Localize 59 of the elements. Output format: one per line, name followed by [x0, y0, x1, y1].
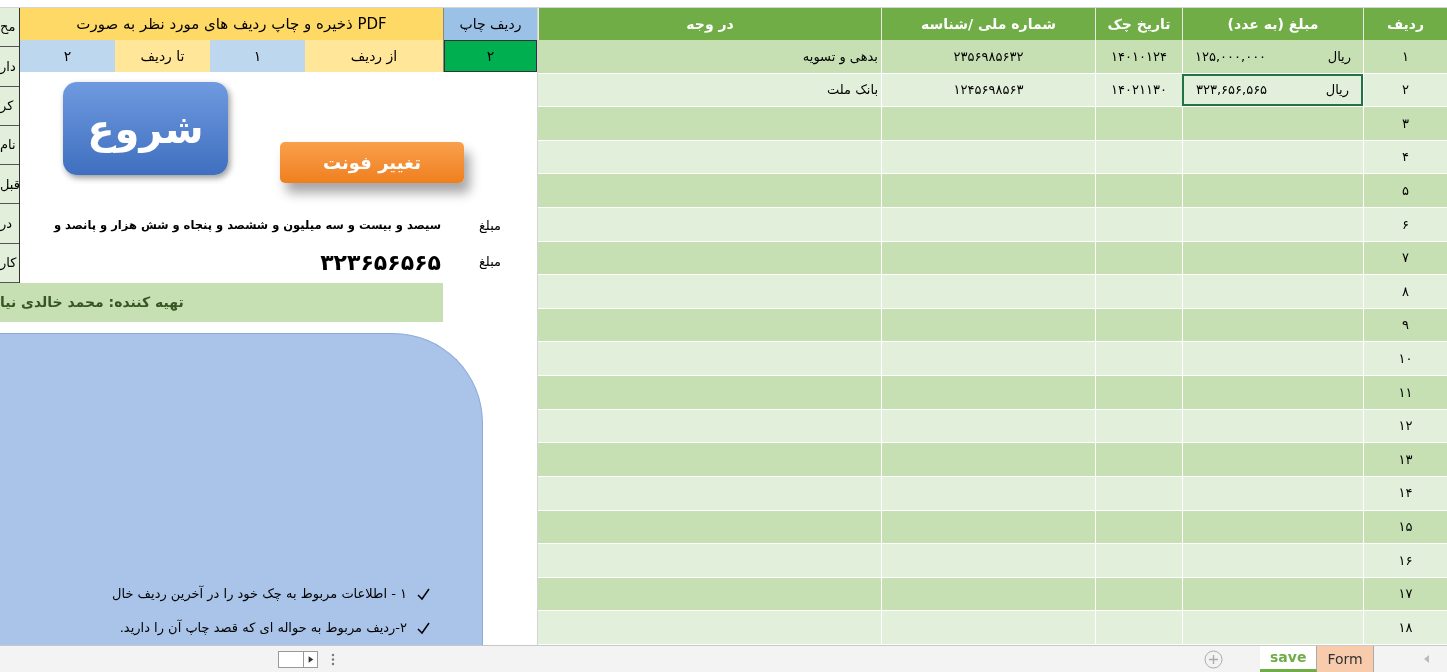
amount-label: مبلغ — [477, 253, 503, 272]
start-button[interactable]: شروع — [63, 82, 228, 175]
row-label: در — [0, 204, 19, 244]
table-cell: ۱۴۰۱۰۱۲۴ — [1095, 40, 1182, 73]
table-cell-text: بانک ملت — [826, 81, 879, 100]
scrollbar-thumb[interactable] — [278, 651, 318, 668]
table-cell: ۱۳ — [1363, 443, 1447, 476]
author-credit: تهیه کننده: محمد خالدی نیا — [0, 283, 443, 322]
table-cell: ۳ — [1363, 107, 1447, 140]
table-cell: ۱۶ — [1363, 544, 1447, 577]
add-sheet-icon[interactable] — [1204, 650, 1223, 669]
table-cell: ۲ — [20, 40, 115, 72]
table-cell: ۱۲ — [1363, 409, 1447, 443]
table-cell: ۱ — [1363, 40, 1447, 73]
table-cell: ۵ — [1363, 174, 1447, 208]
table-cell: ۱۸ — [1363, 611, 1447, 644]
table-cell: ۲ — [1363, 73, 1447, 107]
row-label: مح — [0, 8, 19, 48]
table-cell: ۸ — [1363, 275, 1447, 308]
table-cell: تا ردیف — [115, 40, 210, 72]
table-cell: از ردیف — [305, 40, 443, 72]
check-icon — [417, 621, 430, 635]
currency-unit: ریال — [1327, 47, 1351, 67]
instruction-text: ۲-ردیف مربوط به حواله ای که قصد چاپ آن را دارید. — [119, 618, 407, 638]
left-arrow-icon[interactable] — [1422, 654, 1430, 664]
row-label: کر — [0, 86, 19, 126]
amount-label: مبلغ — [477, 217, 503, 236]
table-cell: ۱۴ — [1363, 476, 1447, 510]
check-icon — [417, 587, 430, 601]
row-label: کار — [0, 243, 19, 283]
instruction-text: ۱ - اطلاعات مربوط به چک خود را در آخرین ردیف خال — [112, 584, 407, 604]
currency-unit: ریال — [1325, 81, 1349, 100]
row-label: دار — [0, 47, 19, 87]
table-cell: ۱۷ — [1363, 577, 1447, 611]
table-cell: ۹ — [1363, 308, 1447, 342]
sheet-tab[interactable]: Form — [1317, 646, 1374, 672]
table-cell: ۱۰ — [1363, 342, 1447, 376]
table-cell: ۲۳۵۶۹۸۵۶۳۲ — [881, 40, 1095, 73]
table-cell: ۲ — [444, 40, 537, 72]
amount-text: سیصد و بیست و سه میلیون و ششصد و پنجاه و شش هزار و پانصد و — [52, 217, 442, 235]
change-font-button[interactable]: تغییر فونت — [280, 142, 464, 183]
table-cell: ۱۱ — [1363, 376, 1447, 409]
table-cell: ۶ — [1363, 208, 1447, 241]
row-label: قبل — [0, 165, 19, 205]
column-header: ردیف چاپ — [444, 8, 537, 40]
drag-handle-icon[interactable] — [330, 652, 336, 667]
row-label: نام — [0, 125, 19, 166]
panel-title: ذخیره و چاپ ردیف های مورد نظر به صورت PDF — [20, 8, 443, 40]
amount-value: ۱۲۵,۰۰۰,۰۰۰ — [1195, 47, 1267, 66]
table-cell: ۱ — [210, 40, 305, 72]
table-cell: ۱۲۴۵۶۹۸۵۶۳ — [881, 73, 1095, 107]
table-cell: ۱۴۰۲۱۱۳۰ — [1095, 73, 1182, 107]
table-cell: ۴ — [1363, 140, 1447, 174]
amount-value: ۳۲۳,۶۵۶,۵۶۵ — [1196, 81, 1268, 100]
table-cell: ۷ — [1363, 241, 1447, 275]
table-cell-text: بدهی و تسویه — [801, 47, 879, 67]
table-cell: ۱۵ — [1363, 510, 1447, 544]
amount-text: ۳۲۳۶۵۶۵۶۵ — [319, 248, 442, 277]
sheet-tab[interactable]: save — [1260, 646, 1318, 672]
